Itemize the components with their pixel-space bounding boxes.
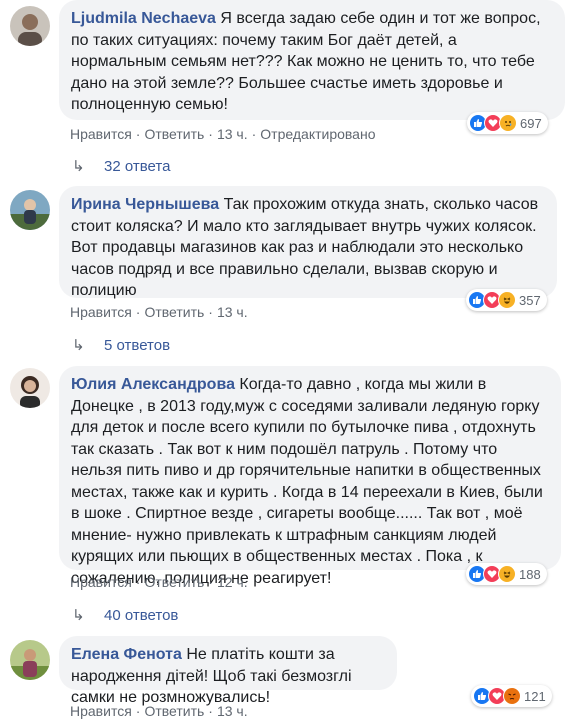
haha-icon [498,291,516,309]
comment-text: Когда-то давно , когда мы жили в Донецке… [71,376,543,587]
reply-link[interactable]: Ответить [144,304,204,320]
separator: · [135,703,141,719]
reply-arrow-icon: ↳ [72,337,85,354]
avatar[interactable] [10,6,50,46]
comment-actions: Нравится · Ответить · 12 ч. [70,574,248,590]
comment-author[interactable]: Ирина Чернышева [71,196,219,213]
view-replies-link[interactable]: ↳ 40 ответов [72,606,178,625]
comment-bubble: Ljudmila Nechaeva Я всегда задаю себе од… [59,0,565,120]
avatar[interactable] [10,368,50,408]
separator: · [208,126,213,142]
like-link[interactable]: Нравится [70,126,132,142]
view-replies-link[interactable]: ↳ 32 ответа [72,157,170,176]
view-replies-link[interactable]: ↳ 5 ответов [72,336,170,355]
reaction-count: 357 [519,292,541,308]
like-link[interactable]: Нравится [70,574,132,590]
reactions-summary[interactable]: 697 [467,112,548,134]
separator: · [135,304,141,320]
angry-icon [503,687,521,705]
comment-author[interactable]: Елена Фенота [71,646,182,663]
reply-link[interactable]: Ответить [144,574,204,590]
like-link[interactable]: Нравится [70,703,132,719]
reply-arrow-icon: ↳ [72,158,85,175]
avatar[interactable] [10,190,50,230]
comment-bubble: Елена Фенота Не платіть кошти за народже… [59,636,397,706]
reactions-summary[interactable]: 188 [466,563,547,585]
comment-bubble: Ирина Чернышева Так прохожим откуда знат… [59,186,557,299]
separator: · [208,574,213,590]
replies-count[interactable]: 40 ответов [104,607,178,624]
separator: · [135,126,141,142]
sad-icon [499,114,517,132]
comment-author[interactable]: Ljudmila Nechaeva [71,10,216,27]
reply-arrow-icon: ↳ [72,607,85,624]
like-link[interactable]: Нравится [70,304,132,320]
comment-time[interactable]: 13 ч. [217,126,248,142]
comment-actions: Нравится · Ответить · 13 ч. · Отредактировано [70,126,376,142]
separator: · [135,574,141,590]
separator: · [208,703,213,719]
reactions-summary[interactable]: 357 [466,289,547,311]
comment-time[interactable]: 12 ч. [217,574,248,590]
avatar[interactable] [10,640,50,680]
separator: · [208,304,213,320]
edited-label: Отредактировано [260,126,376,142]
comment-actions: Нравится · Ответить · 13 ч. [70,304,248,320]
reaction-count: 121 [524,688,546,704]
comment-author[interactable]: Юлия Александрова [71,376,235,393]
comment-actions: Нравится · Ответить · 13 ч. [70,703,248,719]
reaction-count: 697 [520,115,542,131]
separator: · [251,126,257,142]
replies-count[interactable]: 32 ответа [104,158,170,175]
reaction-count: 188 [519,566,541,582]
comment-bubble: Юлия Александрова Когда-то давно , когда… [59,366,561,587]
reply-link[interactable]: Ответить [144,126,204,142]
haha-icon [498,565,516,583]
replies-count[interactable]: 5 ответов [104,337,170,354]
reply-link[interactable]: Ответить [144,703,204,719]
comment-time[interactable]: 13 ч. [217,304,248,320]
comment-time[interactable]: 13 ч. [217,703,248,719]
reactions-summary[interactable]: 121 [471,685,552,707]
